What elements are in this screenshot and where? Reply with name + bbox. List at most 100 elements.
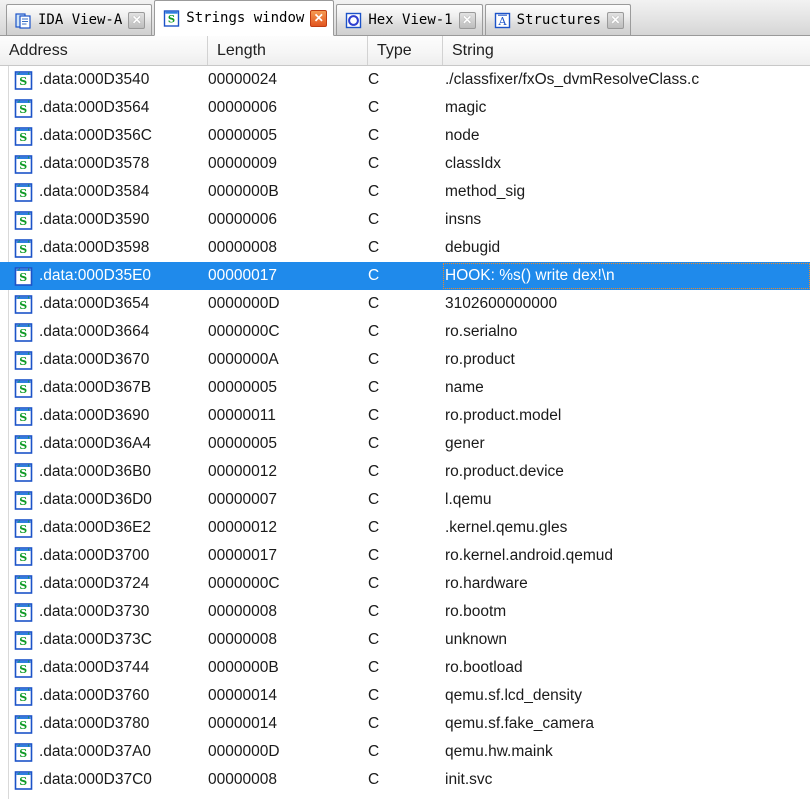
svg-text:S: S [19, 103, 27, 116]
string-item-icon: S‘ ’ [14, 602, 33, 622]
column-header-length[interactable]: Length [208, 36, 368, 65]
cell-length: 0000000C [208, 323, 280, 340]
table-row[interactable]: S ‘ ’ .data:000D3540 00000024 C ./classfixer/f… [0, 66, 810, 94]
table-row[interactable]: S ‘ ’ .data:000D3670 0000000A Cro.product [0, 346, 810, 374]
strings-table[interactable]: S ‘’ .data:000D3540 00000024 C ./classfixer/f… [0, 66, 810, 799]
svg-text:‘: ‘ [18, 519, 21, 528]
table-row[interactable]: S ‘ ’ .data:000D3690 00000011 Cro.product.mod… [0, 402, 810, 430]
cell-length: 00000009 [208, 155, 277, 172]
svg-text:S: S [19, 271, 27, 284]
table-row[interactable]: S ‘ ’ .data:000D3584 0000000B Cmethod_sig [0, 178, 810, 206]
svg-text:S: S [19, 607, 27, 620]
svg-text:‘: ‘ [18, 687, 21, 696]
svg-text:S: S [19, 691, 27, 704]
string-item-icon: S‘ ’ [14, 658, 33, 678]
cell-string: classIdx [445, 155, 501, 172]
svg-text:‘: ‘ [18, 435, 21, 444]
svg-text:’: ’ [27, 463, 30, 472]
tab-close-icon[interactable]: ✕ [606, 11, 624, 29]
table-row[interactable]: S ‘ ’ .data:000D35E0 00000017 C HOOK: %s() wri… [0, 262, 810, 290]
cell-string: qemu.sf.lcd_density [445, 687, 582, 704]
column-header-string[interactable]: String [443, 36, 810, 65]
table-row[interactable]: S ‘ ’ .data:000D36A4 00000005 Cgener [0, 430, 810, 458]
table-row[interactable]: S ‘ ’ .data:000D36E2 00000012 C .kernel.qemu.g… [0, 514, 810, 542]
svg-text:‘: ‘ [18, 603, 21, 612]
row-gutter [0, 682, 9, 710]
tab-close-icon[interactable]: ✕ [128, 11, 146, 29]
cell-length: 00000012 [208, 519, 277, 536]
svg-text:‘: ‘ [18, 491, 21, 500]
svg-text:’: ’ [27, 603, 30, 612]
svg-text:’: ’ [27, 687, 30, 696]
table-row[interactable]: S ‘ ’ .data:000D36D0 00000007 Cl.qemu [0, 486, 810, 514]
string-item-icon: S‘ ’ [14, 322, 33, 342]
table-row[interactable]: S ‘ ’ .data:000D37A0 0000000D Cqemu.hw.maink [0, 738, 810, 766]
table-row[interactable]: S ‘ ’ .data:000D356C 00000005 Cnode [0, 122, 810, 150]
tab-hex-view-1[interactable]: Hex View-1 ✕ [336, 4, 483, 35]
svg-text:’: ’ [27, 519, 30, 528]
cell-type: C [368, 435, 380, 452]
cell-type: C [368, 379, 380, 396]
svg-text:’: ’ [27, 99, 30, 108]
svg-text:‘: ‘ [18, 547, 21, 556]
svg-text:S: S [19, 215, 27, 228]
cell-string: ./classfixer/fxOs_dvmResolveClass.c [445, 71, 700, 88]
svg-text:’: ’ [27, 71, 30, 80]
table-row[interactable]: S‘’.data:000D37CC00000008Cu-props [0, 794, 810, 799]
svg-text:’: ’ [27, 659, 30, 668]
svg-text:’: ’ [27, 127, 30, 136]
row-gutter [0, 290, 9, 318]
column-header-address[interactable]: Address [0, 36, 208, 65]
column-header-type[interactable]: Type [368, 36, 443, 65]
table-row[interactable]: S ‘ ’ .data:000D373C 00000008 Cunknown [0, 626, 810, 654]
column-header-string-label: String [452, 41, 494, 59]
cell-string: init.svc [445, 771, 493, 788]
cell-length: 00000017 [208, 547, 277, 564]
tab-structures[interactable]: A Structures ✕ [484, 4, 631, 35]
svg-text:S: S [19, 439, 27, 452]
table-row[interactable]: S ‘ ’ .data:000D37C0 00000008 Cinit.svc [0, 766, 810, 794]
svg-text:A: A [497, 14, 507, 27]
string-item-icon: S‘ ’ [14, 378, 33, 398]
cell-type: C [368, 519, 380, 536]
table-row[interactable]: S ‘ ’ .data:000D3760 00000014 Cqemu.sf.lcd_de… [0, 682, 810, 710]
table-row[interactable]: S ‘ ’ .data:000D3730 00000008 Cro.bootm [0, 598, 810, 626]
svg-text:’: ’ [27, 379, 30, 388]
row-gutter [0, 486, 9, 514]
row-gutter [0, 150, 9, 178]
svg-text:’: ’ [27, 435, 30, 444]
tab-close-icon[interactable]: ✕ [458, 11, 476, 29]
row-gutter [0, 234, 9, 262]
svg-text:’: ’ [27, 715, 30, 724]
table-row[interactable]: S ‘ ’ .data:000D3654 0000000D C 3102600000000 [0, 290, 810, 318]
row-gutter [0, 458, 9, 486]
table-row[interactable]: S ‘ ’ .data:000D3664 0000000C Cro.serialno [0, 318, 810, 346]
tab-close-icon[interactable]: ✕ [310, 9, 328, 27]
table-row[interactable]: S ‘ ’ .data:000D36B0 00000012 Cro.product.dev… [0, 458, 810, 486]
table-row[interactable]: S ‘ ’ .data:000D3564 00000006 Cmagic [0, 94, 810, 122]
cell-address: .data:000D3700 [39, 547, 150, 564]
svg-text:S: S [19, 663, 27, 676]
cell-type: C [368, 71, 380, 88]
cell-address: .data:000D373C [39, 631, 152, 648]
table-row[interactable]: S ‘ ’ .data:000D3744 0000000B Cro.bootload [0, 654, 810, 682]
table-row[interactable]: S ‘ ’ .data:000D3590 00000006 Cinsns [0, 206, 810, 234]
svg-text:S: S [19, 467, 27, 480]
tab-ida-view-a[interactable]: IDA View-A ✕ [6, 4, 153, 35]
table-row[interactable]: S ‘ ’ .data:000D3578 00000009 CclassIdx [0, 150, 810, 178]
table-row[interactable]: S ‘ ’ .data:000D3598 00000008 Cdebugid [0, 234, 810, 262]
table-row[interactable]: S ‘ ’ .data:000D367B 00000005 Cname [0, 374, 810, 402]
svg-text:‘: ‘ [18, 267, 21, 276]
cell-length: 0000000B [208, 183, 279, 200]
cell-length: 00000006 [208, 211, 277, 228]
svg-text:S: S [19, 635, 27, 648]
cell-address: .data:000D36B0 [39, 463, 152, 480]
tab-strings-window[interactable]: S Strings window ✕ [154, 0, 335, 36]
table-row[interactable]: S ‘ ’ .data:000D3780 00000014 Cqemu.sf.fake_c… [0, 710, 810, 738]
table-row[interactable]: S ‘ ’ .data:000D3700 00000017 Cro.kernel.andr… [0, 542, 810, 570]
table-row[interactable]: S ‘ ’ .data:000D3724 0000000C Cro.hardware [0, 570, 810, 598]
svg-text:’: ’ [27, 407, 30, 416]
svg-text:S: S [168, 14, 175, 25]
cell-length: 00000005 [208, 435, 277, 452]
cell-type: C [368, 659, 380, 676]
